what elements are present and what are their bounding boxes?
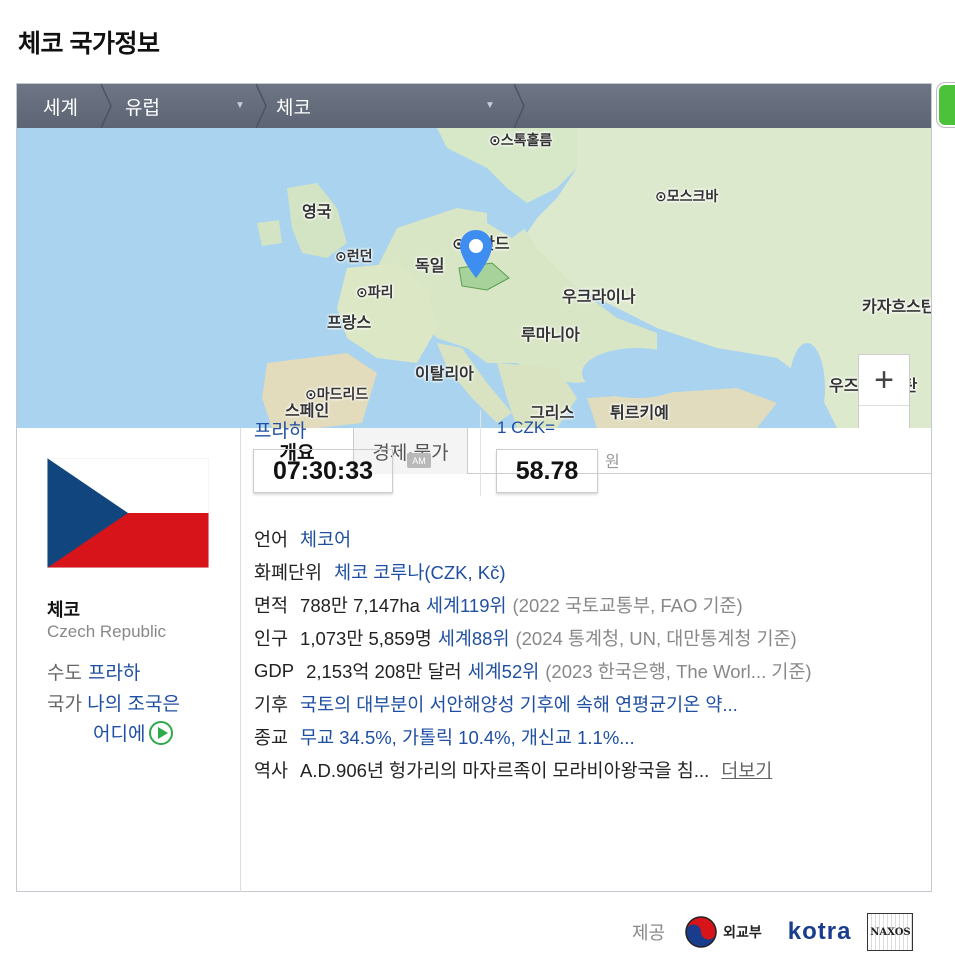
map-label-turkey: 튀르키예 <box>610 405 669 422</box>
fact-value: 788만 7,147ha <box>300 594 420 616</box>
anthem-title-line1[interactable]: 나의 조국은 <box>87 694 180 715</box>
fact-source: (2023 한국은행, The Worl... 기준) <box>545 660 812 682</box>
breadcrumb-country-dropdown[interactable]: 체코 ▼ <box>262 84 525 128</box>
data-provider-bar: 제공 외교부 kotra NAXOS <box>632 913 914 951</box>
fact-row-gdp: GDP 2,153억 208만 달러 세계52위 (2023 한국은행, The… <box>254 654 812 687</box>
fact-row-currency: 화폐단위 체코 코루나(CZK, Kč) <box>254 555 812 588</box>
time-city[interactable]: 프라하 <box>254 416 306 443</box>
country-name-ko: 체코 <box>47 600 81 620</box>
fact-key: 종교 <box>254 726 289 748</box>
divider <box>480 410 481 496</box>
fact-value-link[interactable]: 체코 코루나(CZK, Kč) <box>334 559 505 585</box>
capital-link[interactable]: 프라하 <box>88 663 140 684</box>
exchange-rate-label[interactable]: 1 CZK= <box>497 418 555 438</box>
fact-value: 1,073만 5,859명 <box>300 627 432 649</box>
fact-key: 기후 <box>254 693 289 715</box>
fact-value: A.D.906년 헝가리의 마자르족이 모라비아왕국을 침... <box>300 759 710 781</box>
map-label-romania: 루마니아 <box>521 327 580 344</box>
fact-source: (2022 국토교통부, FAO 기준) <box>512 594 743 616</box>
anthem-title-line2[interactable]: 어디에 <box>93 724 145 745</box>
fact-rank-link[interactable]: 세계88위 <box>438 625 510 651</box>
country-name-en: Czech Republic <box>47 622 167 641</box>
breadcrumb-country-label: 체코 <box>276 97 311 119</box>
fact-key: 인구 <box>254 627 289 649</box>
fact-value-link[interactable]: 국토의 대부분이 서안해양성 기후에 속해 연평균기온 약... <box>300 691 738 717</box>
fact-row-area: 면적 788만 7,147ha 세계119위 (2022 국토교통부, FAO … <box>254 588 812 621</box>
breadcrumb-world-label: 세계 <box>43 97 78 119</box>
map-label-ukraine: 우크라이나 <box>562 289 636 306</box>
side-toggle-tab[interactable] <box>937 83 955 127</box>
country-facts: 언어 체코어 화폐단위 체코 코루나(CZK, Kč) 면적 788만 7,14… <box>254 522 812 786</box>
provider-label: 제공 <box>632 923 666 943</box>
map-label-paris: ⊙파리 <box>356 284 394 300</box>
more-link[interactable]: 더보기 <box>721 757 772 783</box>
map-label-italy: 이탈리아 <box>415 366 474 383</box>
anthem-label: 국가 <box>47 694 82 715</box>
breadcrumb-region-label: 유럽 <box>125 97 160 119</box>
fact-key: 언어 <box>254 528 289 550</box>
map-label-germany: 독일 <box>415 258 445 275</box>
fact-key: GDP <box>254 659 295 681</box>
local-time-clock: 07:30:33 <box>253 449 393 493</box>
page-title: 체코 국가정보 <box>18 30 160 58</box>
fact-row-climate: 기후 국토의 대부분이 서안해양성 기후에 속해 연평균기온 약... <box>254 687 812 720</box>
map-label-france: 프랑스 <box>327 315 372 332</box>
map-label-stockholm: ⊙스톡홀름 <box>489 132 553 148</box>
map-label-london: ⊙런던 <box>335 248 373 264</box>
fact-row-language: 언어 체코어 <box>254 522 812 555</box>
fact-row-history: 역사 A.D.906년 헝가리의 마자르족이 모라비아왕국을 침... 더보기 <box>254 753 812 786</box>
mofa-logo-text: 외교부 <box>723 924 762 940</box>
fact-value: 2,153억 208만 달러 <box>306 660 462 682</box>
fact-row-population: 인구 1,073만 5,859명 세계88위 (2024 통계청, UN, 대만… <box>254 621 812 654</box>
capital-label: 수도 <box>47 663 82 684</box>
country-summary: 체코 Czech Republic 수도 프라하 국가 나의 조국은 어디에 <box>17 428 241 892</box>
fact-rank-link[interactable]: 세계119위 <box>426 592 507 618</box>
map-pin-icon[interactable] <box>458 228 494 285</box>
czech-flag-image <box>47 458 209 568</box>
chevron-down-icon: ▼ <box>485 100 495 111</box>
kotra-logo[interactable]: kotra <box>788 918 852 946</box>
exchange-rate-unit: 원 <box>605 454 620 471</box>
taegeuk-icon <box>685 916 717 948</box>
country-map[interactable]: ⊙스톡홀름 ⊙모스크바 영국 ⊙런던 독일 ⊙폴란드 ⊙파리 프랑스 우크라이나… <box>17 128 931 428</box>
map-label-kazakhstan: 카자흐스탄 <box>862 299 931 316</box>
fact-key: 면적 <box>254 594 289 616</box>
fact-key: 화폐단위 <box>254 561 323 583</box>
fact-key: 역사 <box>254 759 289 781</box>
mofa-logo[interactable]: 외교부 <box>685 916 762 948</box>
map-label-moscow: ⊙모스크바 <box>655 188 719 204</box>
fact-rank-link[interactable]: 세계52위 <box>468 658 540 684</box>
anthem-info: 국가 나의 조국은 어디에 <box>47 690 227 750</box>
fact-row-religion: 종교 무교 34.5%, 가톨릭 10.4%, 개신교 1.1%... <box>254 720 812 753</box>
fact-value-link[interactable]: 체코어 <box>300 526 351 552</box>
fact-source: (2024 통계청, UN, 대만통계청 기준) <box>515 627 797 649</box>
map-label-uk: 영국 <box>302 204 332 221</box>
fact-value-link[interactable]: 무교 34.5%, 가톨릭 10.4%, 개신교 1.1%... <box>300 724 635 750</box>
play-icon[interactable] <box>149 721 174 745</box>
breadcrumb-separator <box>514 84 526 128</box>
zoom-in-button[interactable]: + <box>859 355 909 406</box>
chevron-down-icon: ▼ <box>235 100 245 111</box>
zoom-out-button[interactable]: — <box>859 406 909 428</box>
naxos-logo[interactable]: NAXOS <box>867 913 914 951</box>
map-zoom-control: + — <box>858 354 910 428</box>
exchange-rate-value: 58.78 <box>496 449 598 493</box>
breadcrumb: 세계 유럽 ▼ 체코 ▼ <box>17 84 931 128</box>
capital-info: 수도 프라하 <box>47 658 140 685</box>
ampm-badge: AM <box>407 453 431 468</box>
breadcrumb-world[interactable]: 세계 <box>17 84 112 128</box>
breadcrumb-region-dropdown[interactable]: 유럽 ▼ <box>107 84 267 128</box>
